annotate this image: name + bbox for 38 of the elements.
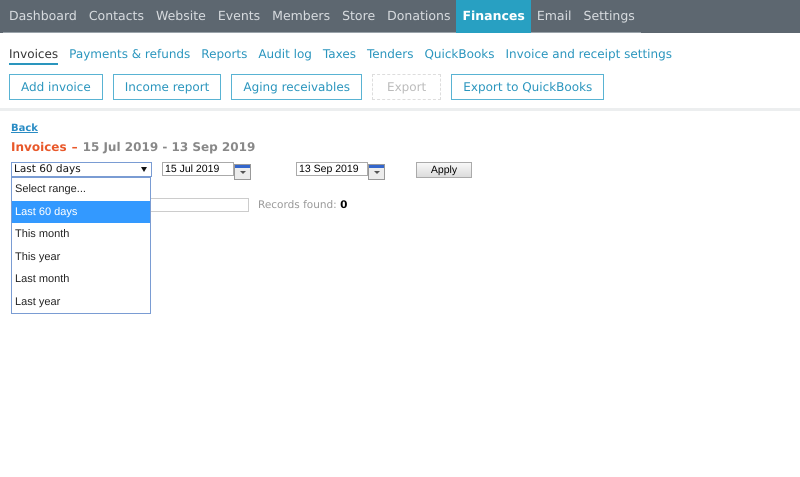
sub-tab[interactable]: Invoice and receipt settings [506,46,672,63]
action-button[interactable]: Income report [112,74,222,100]
back-link[interactable]: Back [11,123,38,134]
dropdown-option[interactable]: Last year [12,290,150,313]
nav-tab[interactable]: Store [336,0,382,33]
action-button[interactable]: Aging receivables [231,74,362,100]
nav-tab[interactable]: Events [212,0,266,33]
sub-tab[interactable]: QuickBooks [424,46,495,63]
apply-button[interactable]: Apply [416,162,472,178]
nav-tab[interactable]: Finances [456,0,531,33]
sub-tab[interactable]: Audit log [258,46,312,63]
dropdown-arrow-icon [141,167,147,172]
action-button[interactable]: Export to QuickBooks [451,74,604,100]
dropdown-option[interactable]: Select range... [12,178,150,200]
from-date-field[interactable]: 15 Jul 2019 [162,162,234,176]
title-dash: – [72,140,78,154]
dropdown-option[interactable]: This month [12,223,150,246]
date-range-title: 15 Jul 2019 - 13 Sep 2019 [82,140,256,154]
page-title: Invoices [11,140,67,154]
nav-tab[interactable]: Contacts [82,0,150,33]
nav-tab[interactable]: Website [150,0,212,33]
to-date-field[interactable]: 13 Sep 2019 [296,162,368,176]
nav-tab[interactable]: Dashboard [3,0,83,33]
dropdown-option[interactable]: Last 60 days [12,200,150,223]
nav-tab[interactable]: Settings [578,0,641,33]
sub-tab[interactable]: Invoices [9,46,58,65]
calendar-icon[interactable] [368,164,385,180]
nav-tab[interactable]: Members [266,0,336,33]
records-found: Records found: 0 [258,199,348,211]
dropdown-option[interactable]: This year [12,246,150,268]
dropdown-option[interactable]: Last month [12,268,150,290]
action-button[interactable]: Add invoice [9,74,103,100]
sub-tab[interactable]: Tenders [366,46,414,63]
sub-tab[interactable]: Reports [201,46,248,63]
nav-tab[interactable]: Email [530,0,578,33]
calendar-icon[interactable] [234,164,251,180]
sub-tab[interactable]: Payments & refunds [69,46,190,63]
sub-tab[interactable]: Taxes [322,46,356,63]
